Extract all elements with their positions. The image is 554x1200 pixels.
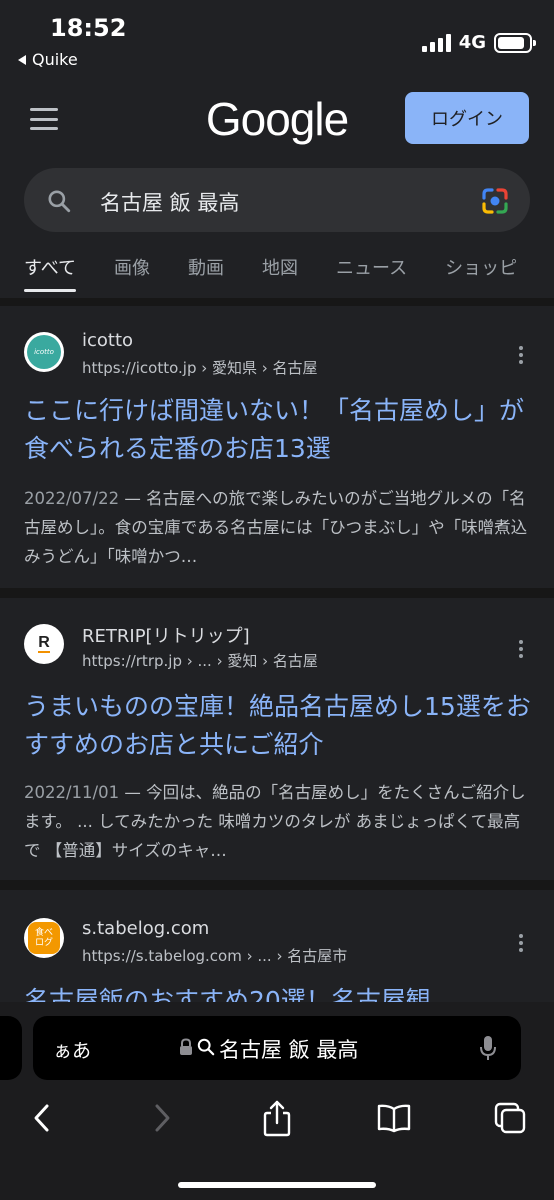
status-indicators: 4G: [421, 32, 536, 53]
result-site-name[interactable]: s.tabelog.com: [82, 918, 209, 939]
search-box[interactable]: 名古屋 飯 最高: [24, 168, 530, 232]
back-triangle-icon: [18, 54, 26, 65]
back-to-app-link[interactable]: Quike: [18, 50, 78, 69]
more-options-icon[interactable]: [516, 346, 526, 364]
result-site-name[interactable]: icotto: [82, 330, 133, 351]
address-text[interactable]: 名古屋 飯 最高: [219, 1034, 358, 1064]
tab-all[interactable]: すべて: [24, 254, 77, 292]
forward-chevron-icon[interactable]: [142, 1098, 182, 1138]
tab-shopping[interactable]: ショッピ: [445, 254, 517, 292]
tabelog-favicon-icon: 食べログ: [24, 918, 64, 958]
icotto-favicon-icon: icotto: [24, 332, 64, 372]
result-site-name[interactable]: RETRIP[リトリップ]: [82, 622, 250, 648]
divider: [0, 880, 554, 890]
tab-images[interactable]: 画像: [114, 254, 150, 292]
result-url[interactable]: https://s.tabelog.com › ... › 名古屋市: [82, 945, 347, 966]
result-date: 2022/11/01: [24, 783, 120, 802]
status-bar: 18:52 Quike 4G: [0, 0, 554, 80]
result-snippet: 2022/11/01 — 今回は、絶品の「名古屋めし」をたくさんご紹介します。 …: [24, 783, 526, 860]
search-query[interactable]: 名古屋 飯 最高: [100, 187, 239, 217]
address-content[interactable]: 名古屋 飯 最高: [179, 1034, 358, 1064]
google-lens-icon[interactable]: [480, 186, 510, 220]
share-icon[interactable]: [257, 1098, 297, 1138]
result-url[interactable]: https://icotto.jp › 愛知県 › 名古屋: [82, 357, 318, 378]
back-app-label: Quike: [32, 50, 78, 69]
lock-icon: [179, 1038, 193, 1060]
bookmarks-icon[interactable]: [374, 1098, 414, 1138]
address-bar[interactable]: ぁあ 名古屋 飯 最高: [33, 1016, 521, 1080]
result-title-link[interactable]: うまいものの宝庫！絶品名古屋めし15選をおすすめのお店と共にご紹介: [24, 688, 534, 764]
network-type: 4G: [458, 32, 486, 53]
more-options-icon[interactable]: [516, 640, 526, 658]
address-search-icon: [197, 1038, 215, 1060]
home-indicator: [178, 1182, 376, 1188]
tab-news[interactable]: ニュース: [336, 254, 407, 292]
result-title-link[interactable]: ここに行けば間違いない！「名古屋めし」が食べられる定番のお店13選: [24, 392, 534, 468]
more-options-icon[interactable]: [516, 934, 526, 952]
login-button[interactable]: ログイン: [405, 92, 529, 144]
tab-videos[interactable]: 動画: [188, 254, 224, 292]
back-chevron-icon[interactable]: [22, 1098, 62, 1138]
retrip-favicon-icon: R: [24, 624, 64, 664]
reader-settings-button[interactable]: ぁあ: [53, 1036, 91, 1063]
tabs-icon[interactable]: [490, 1098, 530, 1138]
search-icon[interactable]: [46, 188, 72, 218]
status-time: 18:52: [50, 14, 127, 42]
tab-maps[interactable]: 地図: [262, 254, 298, 292]
divider: [0, 588, 554, 598]
search-tabs: すべて 画像 動画 地図 ニュース ショッピ: [24, 254, 554, 294]
cell-signal-icon: [421, 33, 451, 52]
previous-tab-preview[interactable]: [0, 1016, 22, 1080]
microphone-icon[interactable]: [479, 1034, 497, 1066]
divider: [0, 298, 554, 306]
battery-icon: [494, 32, 536, 53]
result-date: 2022/07/22: [24, 489, 120, 508]
result-url[interactable]: https://rtrp.jp › ... › 愛知 › 名古屋: [82, 650, 318, 671]
result-snippet: 2022/07/22 — 名古屋への旅で楽しみたいのがご当地グルメの「名古屋めし…: [24, 489, 528, 566]
